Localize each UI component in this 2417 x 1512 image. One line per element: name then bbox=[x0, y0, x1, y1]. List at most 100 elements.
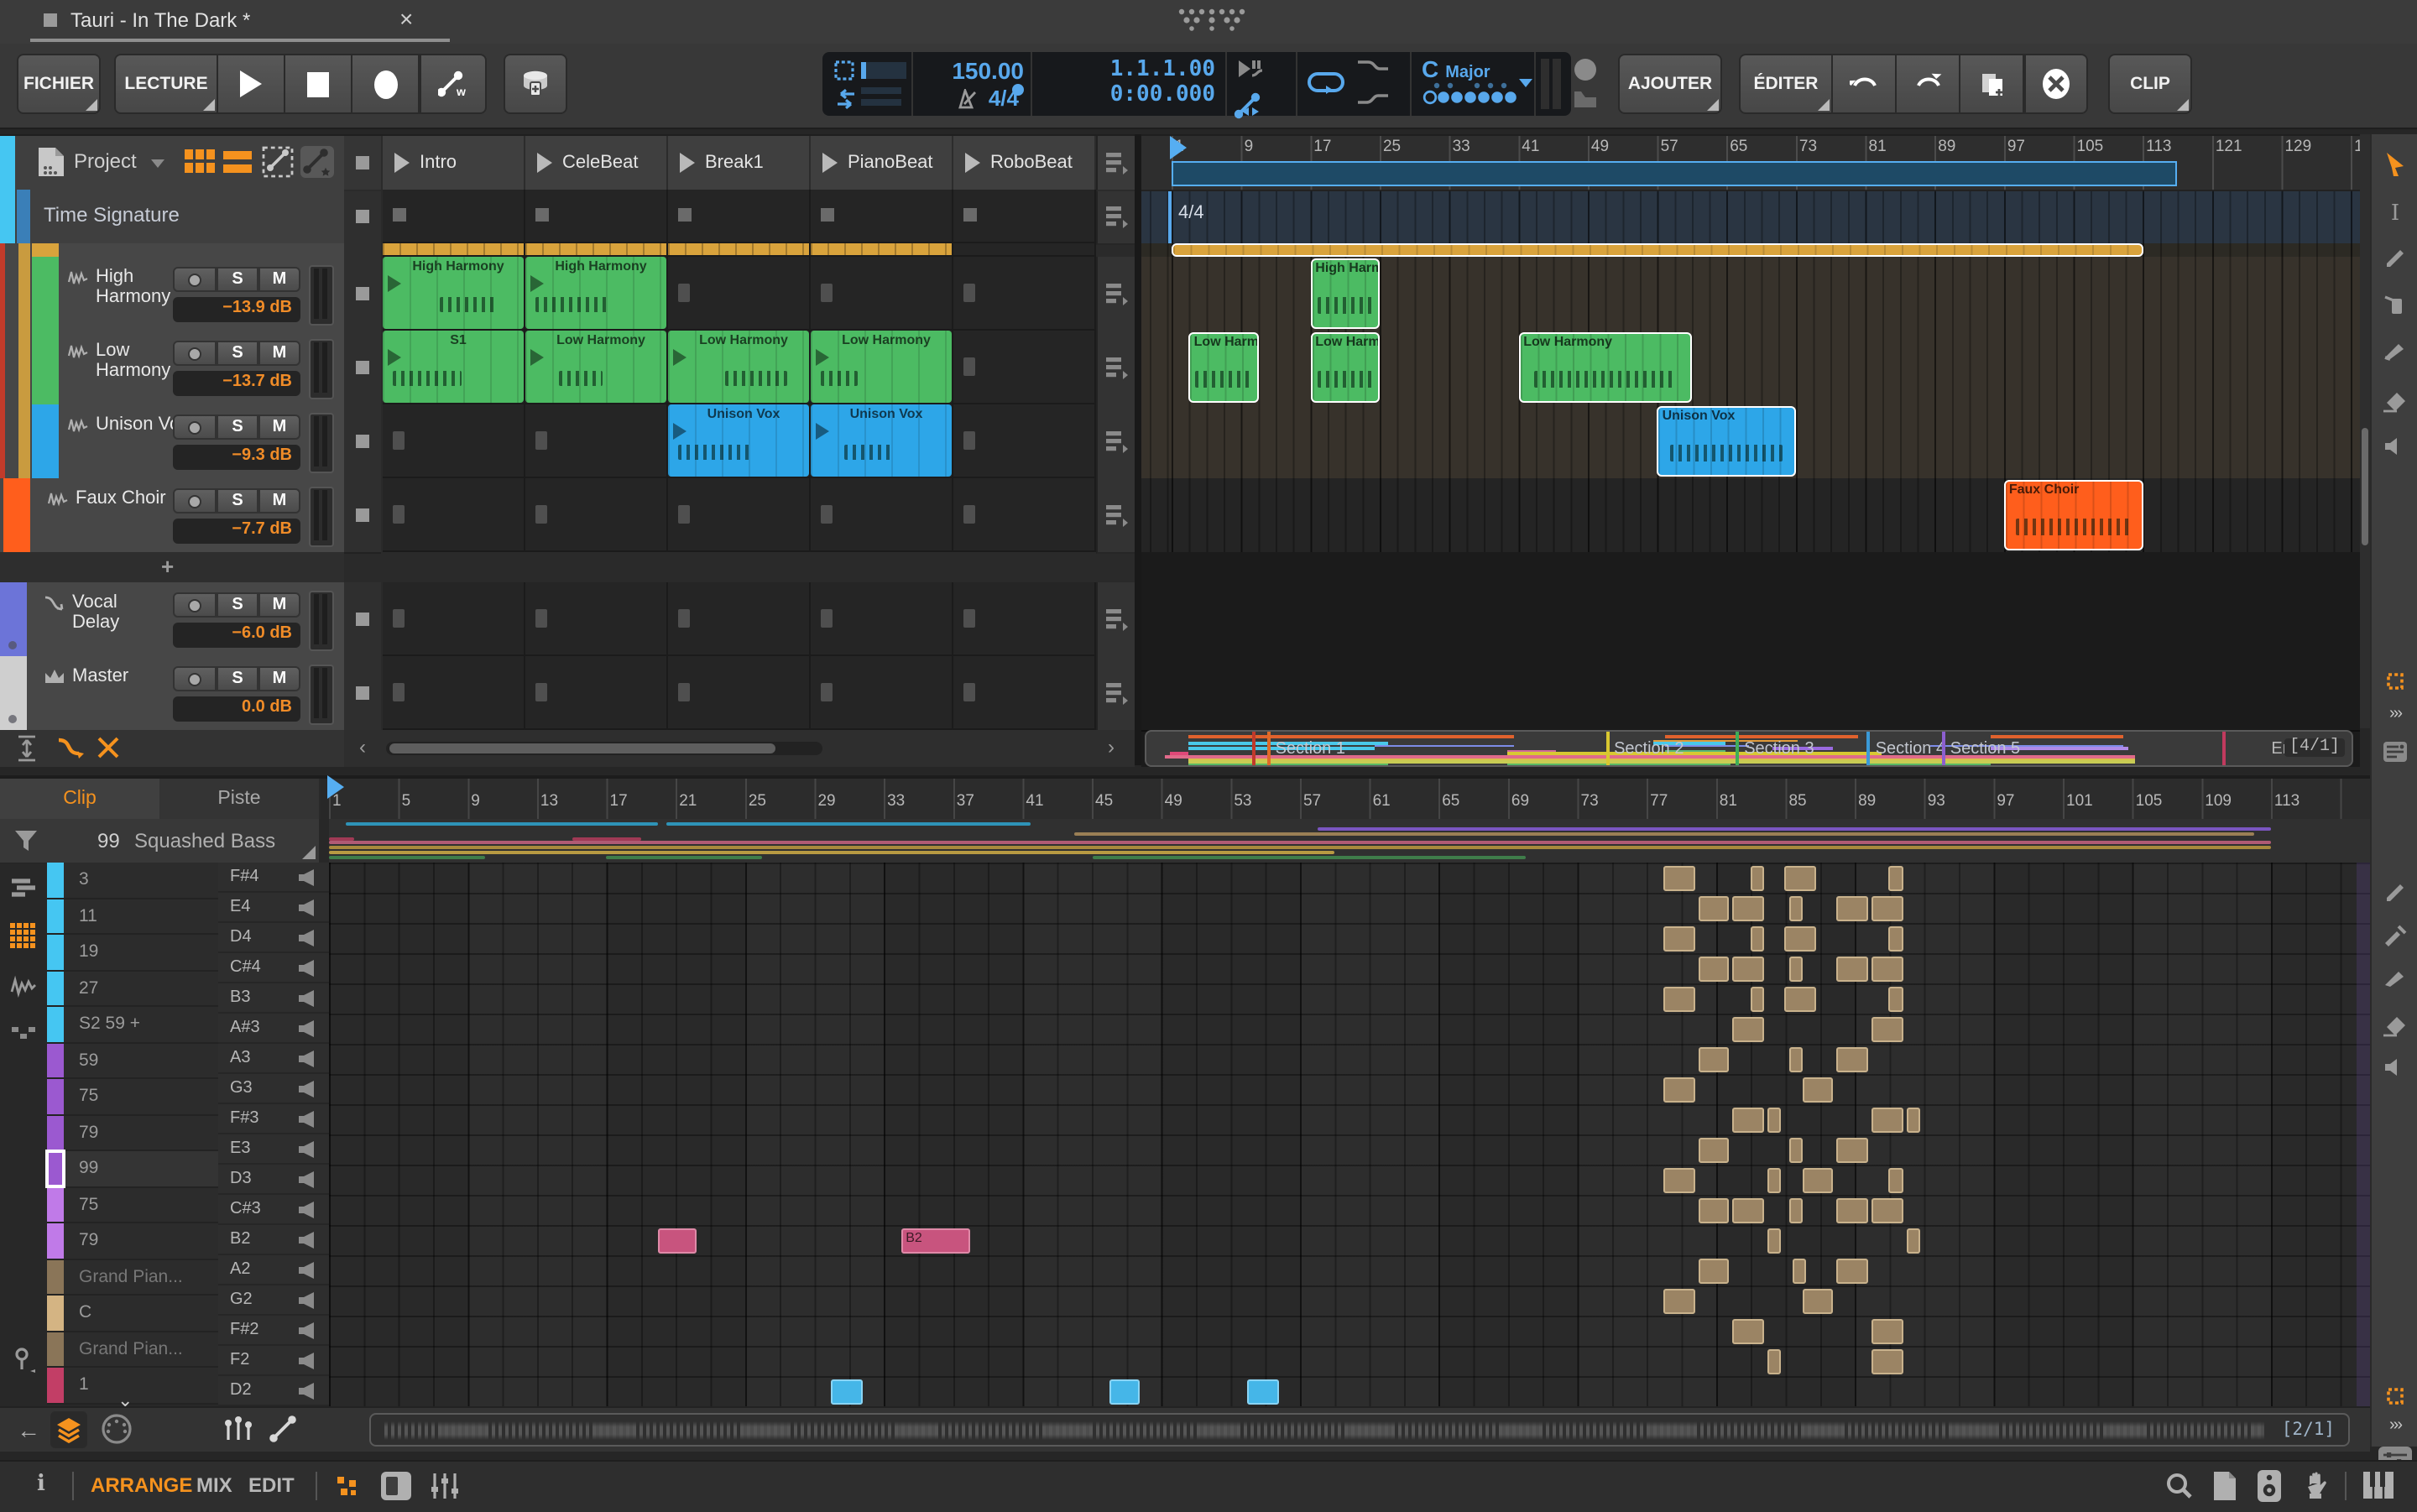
scene-stop-cell[interactable] bbox=[344, 582, 381, 658]
pitch-lane-header[interactable]: D2 bbox=[218, 1376, 329, 1406]
launcher-grid-view-icon[interactable] bbox=[185, 149, 215, 175]
launcher-cell[interactable] bbox=[953, 656, 1096, 730]
launcher-cell[interactable] bbox=[953, 331, 1096, 404]
scene-play-icon[interactable] bbox=[822, 153, 838, 173]
section-marker-line[interactable] bbox=[1267, 732, 1271, 765]
follow-playhead-icon[interactable] bbox=[2382, 668, 2409, 695]
expression-pins-icon[interactable] bbox=[223, 1416, 257, 1443]
preview-note-icon[interactable] bbox=[297, 1383, 316, 1400]
fade-in-icon[interactable] bbox=[1356, 91, 1390, 107]
midi-din-icon[interactable] bbox=[101, 1413, 133, 1445]
midi-note[interactable] bbox=[1699, 1046, 1730, 1071]
launcher-cell[interactable] bbox=[811, 257, 953, 331]
launcher-cell-stop[interactable] bbox=[963, 505, 975, 524]
midi-note[interactable] bbox=[1871, 956, 1903, 981]
view-arrange[interactable]: ARRANGE bbox=[91, 1473, 192, 1497]
scroll-right-icon[interactable]: › bbox=[1108, 735, 1115, 759]
arranger-clip[interactable]: Unison Vox bbox=[1657, 406, 1796, 477]
launcher-cell[interactable] bbox=[383, 404, 525, 478]
arranger-lane[interactable] bbox=[1141, 656, 2360, 732]
launcher-cell-stop[interactable] bbox=[821, 284, 833, 302]
time-select-tool-icon[interactable]: I bbox=[2382, 201, 2409, 228]
pitch-lane-header[interactable]: B2 bbox=[218, 1225, 329, 1255]
pitch-lane-header[interactable]: E4 bbox=[218, 893, 329, 923]
solo-button[interactable]: S bbox=[217, 488, 258, 514]
clip-partial-gold[interactable] bbox=[525, 243, 666, 255]
midi-note[interactable] bbox=[1699, 1258, 1730, 1283]
section-marker-label[interactable]: Section 4 bbox=[1876, 740, 1945, 759]
editor-clip-row[interactable]: 11 bbox=[47, 899, 218, 935]
pitch-lane-header[interactable]: A#3 bbox=[218, 1014, 329, 1044]
preview-note-icon[interactable] bbox=[297, 990, 316, 1007]
track-row-time-signature[interactable]: Time Signature bbox=[0, 190, 344, 245]
alt-launch-icon[interactable] bbox=[1106, 503, 1130, 527]
arrange-sections-icon[interactable] bbox=[2382, 738, 2409, 765]
midi-note[interactable] bbox=[1788, 1137, 1803, 1162]
editor-clip-row[interactable]: C bbox=[47, 1296, 218, 1332]
cpu-meter[interactable] bbox=[833, 57, 906, 111]
volume-display[interactable]: −6.0 dB bbox=[173, 623, 300, 648]
pitch-lane-header[interactable]: B3 bbox=[218, 983, 329, 1014]
launcher-cell[interactable] bbox=[953, 190, 1096, 243]
clip-play-icon[interactable] bbox=[673, 423, 686, 440]
midi-note[interactable] bbox=[1871, 1348, 1903, 1374]
playhead-marker[interactable] bbox=[1170, 136, 1187, 159]
launcher-cell-stop[interactable] bbox=[963, 683, 975, 701]
editor-clip-row[interactable]: 75 bbox=[47, 1079, 218, 1115]
delete-button[interactable] bbox=[2024, 54, 2088, 114]
scene-alt-cell[interactable] bbox=[1096, 478, 1136, 554]
preview-note-icon[interactable] bbox=[297, 960, 316, 977]
launcher-cell-stop[interactable] bbox=[535, 431, 547, 450]
midi-note[interactable] bbox=[1733, 1197, 1764, 1223]
time-value[interactable]: 0:00.000 bbox=[1041, 82, 1215, 107]
section-marker-line[interactable] bbox=[1252, 732, 1255, 765]
midi-note[interactable] bbox=[1663, 1167, 1694, 1192]
launcher-cell[interactable] bbox=[811, 190, 953, 243]
midi-note[interactable] bbox=[1733, 895, 1764, 920]
midi-note[interactable] bbox=[1663, 865, 1694, 890]
scene-alt-cell[interactable] bbox=[1096, 257, 1136, 332]
arm-button[interactable] bbox=[173, 267, 217, 292]
save-button[interactable] bbox=[504, 54, 567, 114]
scroll-left-icon[interactable]: ‹ bbox=[359, 735, 366, 759]
midi-note[interactable] bbox=[1767, 1348, 1782, 1374]
pitch-lane-header[interactable]: G2 bbox=[218, 1285, 329, 1316]
arranger-lane[interactable] bbox=[1141, 478, 2360, 554]
midi-note[interactable] bbox=[1699, 1197, 1730, 1223]
preview-note-icon[interactable] bbox=[297, 1232, 316, 1249]
scene-stop-cell[interactable] bbox=[344, 404, 381, 480]
arranger-clip[interactable]: Low Harmony bbox=[1310, 332, 1380, 403]
clip-partial-gold[interactable] bbox=[668, 243, 809, 255]
scene-play-icon[interactable] bbox=[965, 153, 980, 173]
follow-selection-icon[interactable] bbox=[57, 737, 84, 760]
key-display[interactable]: C Major bbox=[1422, 55, 1529, 112]
scene-stop-cell[interactable] bbox=[344, 257, 381, 332]
launcher-cell[interactable] bbox=[668, 243, 811, 257]
add-track-row[interactable]: + bbox=[0, 552, 344, 584]
section-marker-line[interactable] bbox=[1736, 732, 1739, 765]
volume-display[interactable]: −7.7 dB bbox=[173, 519, 300, 544]
launcher-cell[interactable] bbox=[525, 190, 668, 243]
preview-note-icon[interactable] bbox=[297, 1322, 316, 1339]
view-edit[interactable]: EDIT bbox=[248, 1473, 295, 1497]
clip-partial-gold[interactable] bbox=[383, 243, 524, 255]
midi-note[interactable] bbox=[1907, 1107, 1921, 1132]
midi-note[interactable] bbox=[1663, 986, 1694, 1011]
midi-note[interactable] bbox=[1871, 1016, 1903, 1041]
folder-icon[interactable] bbox=[1573, 89, 1598, 109]
layers-button[interactable] bbox=[50, 1411, 87, 1448]
play-button[interactable] bbox=[218, 54, 285, 114]
mixer-toggle-icon[interactable] bbox=[430, 1472, 460, 1500]
arranger-clip[interactable] bbox=[1172, 243, 2143, 257]
section-marker-line[interactable] bbox=[1942, 732, 1945, 765]
scene-play-icon[interactable] bbox=[537, 153, 552, 173]
launcher-cell-stop[interactable] bbox=[535, 505, 547, 524]
editor-clip-row[interactable]: 3 bbox=[47, 863, 218, 899]
editor-clip-row[interactable]: 99 bbox=[47, 1151, 218, 1187]
midi-note[interactable] bbox=[1733, 1016, 1764, 1041]
editor-clip-row[interactable]: 75 bbox=[47, 1187, 218, 1223]
knife-tool-icon[interactable] bbox=[2382, 339, 2409, 366]
launcher-cell-stop[interactable] bbox=[963, 431, 975, 450]
filter-icon[interactable] bbox=[15, 831, 37, 851]
launcher-clip[interactable]: Low Harmony bbox=[525, 331, 666, 403]
